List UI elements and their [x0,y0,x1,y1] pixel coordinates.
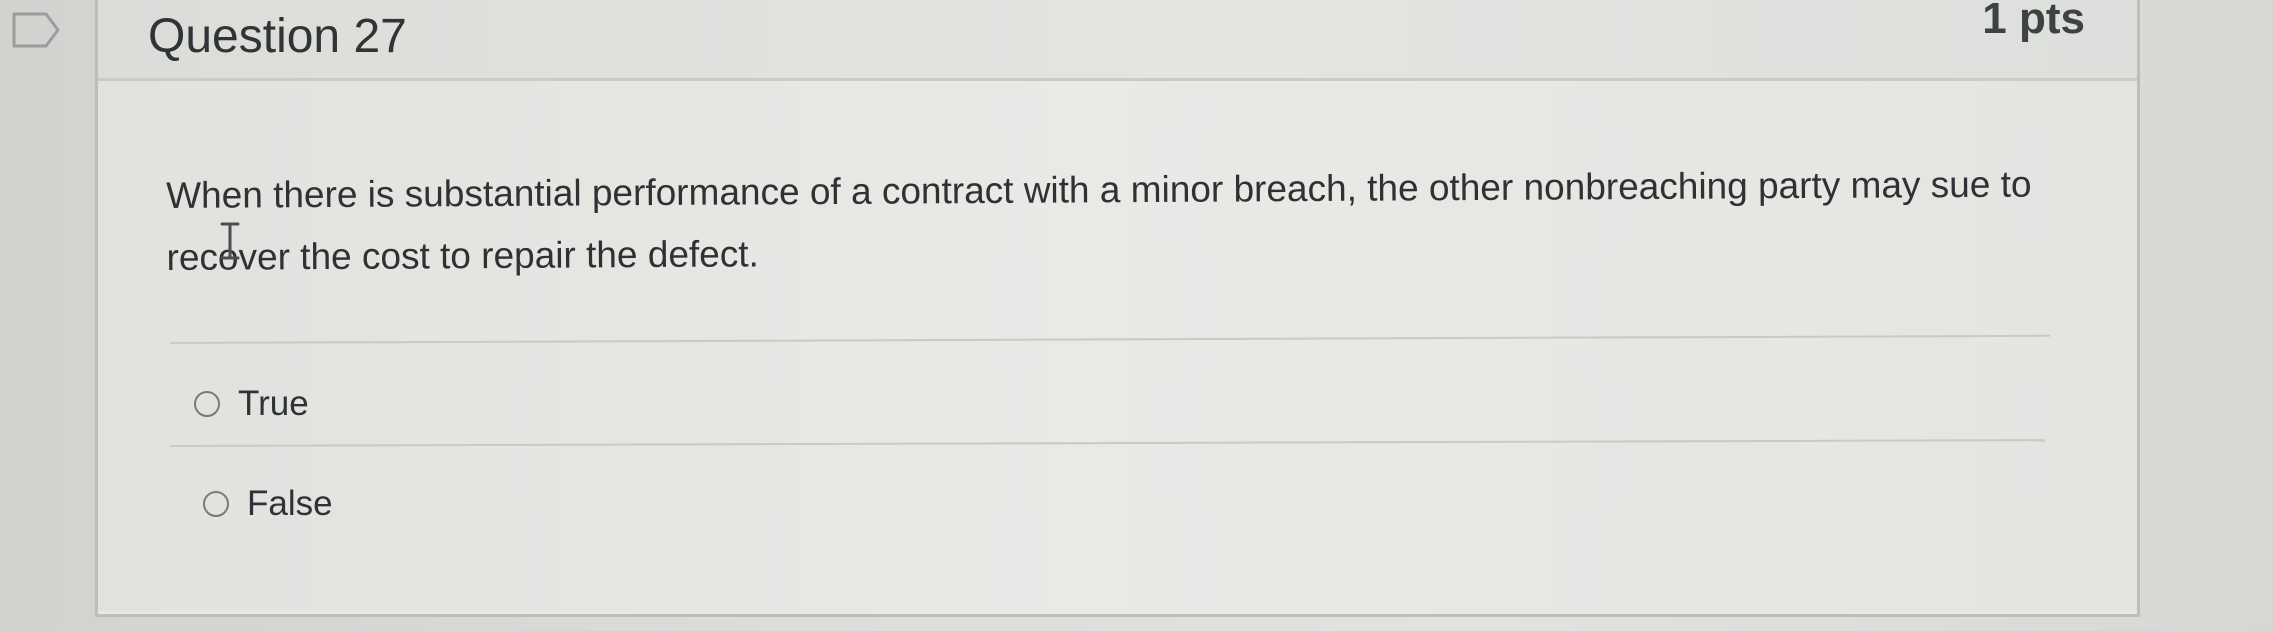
bookmark-flag-icon[interactable] [12,10,62,50]
question-text: When there is substantial performance of… [166,163,2032,278]
true-radio-button[interactable] [194,390,220,417]
question-card: Question 27 1 pts When there is substant… [95,0,2140,617]
answer-separator [169,334,2050,344]
true-answer-label: True [238,384,309,423]
points-value: 1 pts [1982,0,2085,43]
false-answer-label: False [247,484,333,523]
answer-option-false[interactable]: False [203,486,333,521]
false-radio-button[interactable] [203,490,229,517]
question-header: Question 27 1 pts [98,0,2137,81]
quiz-page: Question 27 1 pts When there is substant… [0,0,2273,631]
answer-option-true[interactable]: True [194,386,309,421]
question-title: Question 27 [148,10,407,63]
question-body: When there is substantial performance of… [98,81,2137,611]
answer-separator [169,439,2045,447]
